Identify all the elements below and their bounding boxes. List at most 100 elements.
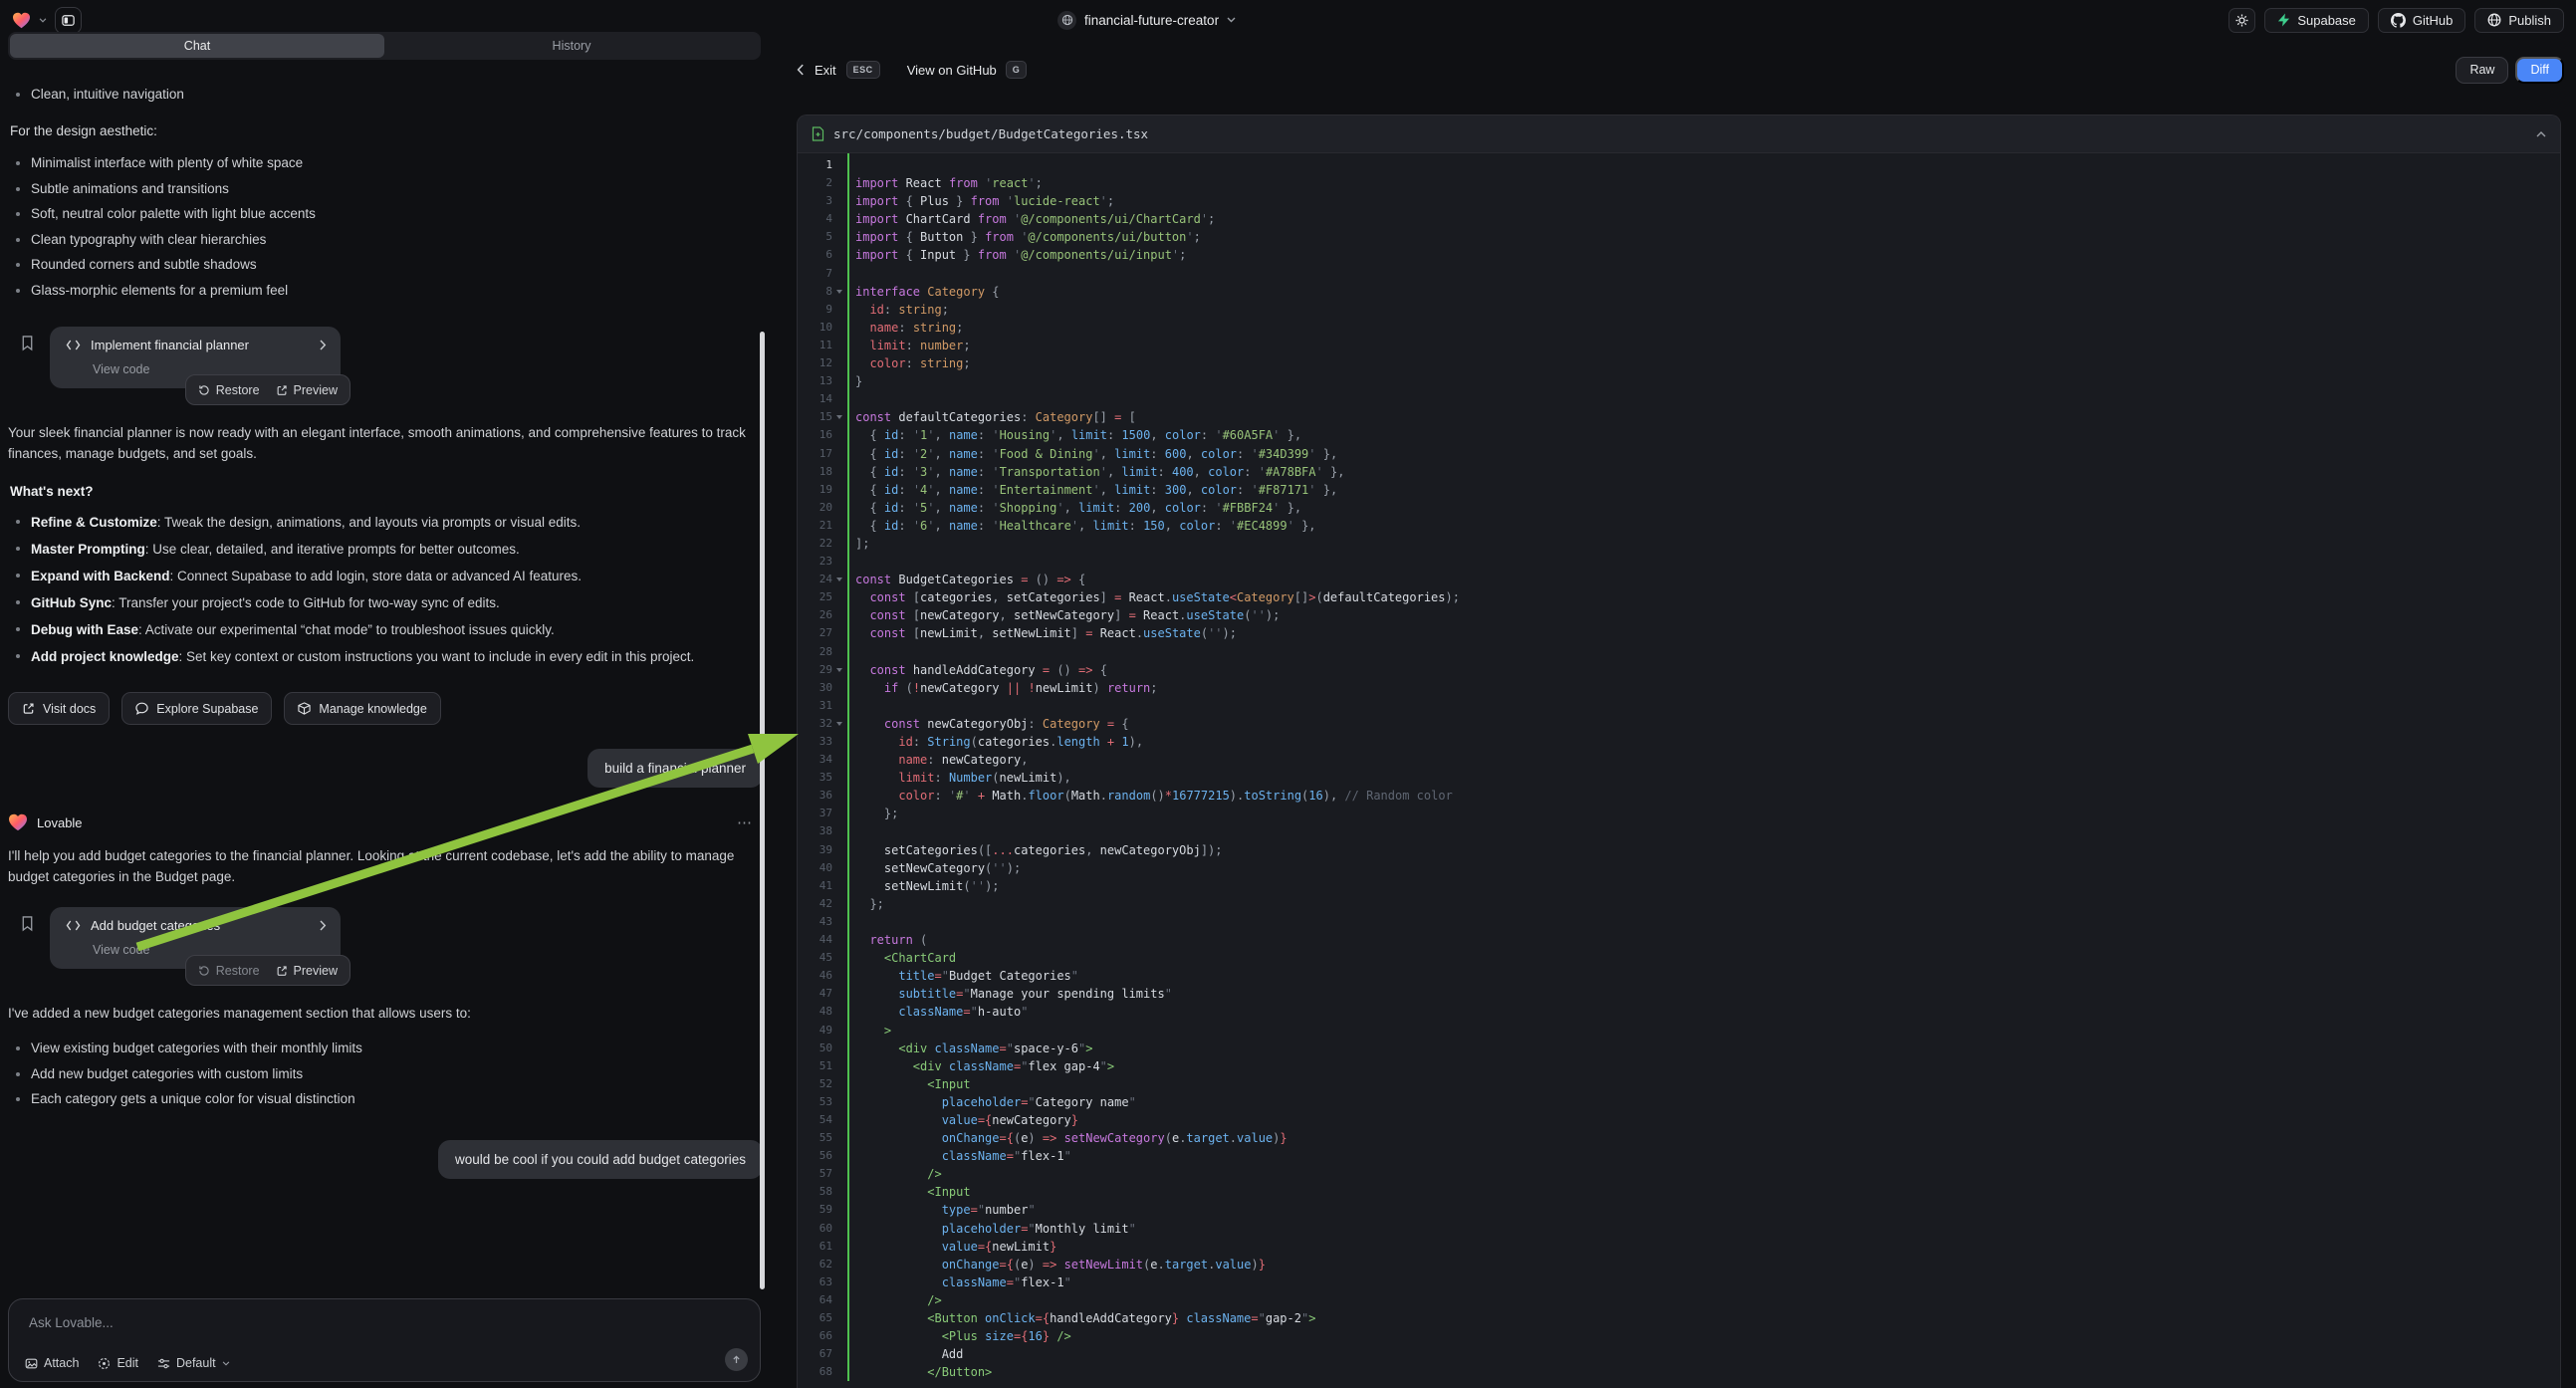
edit-button[interactable]: Edit	[98, 1356, 138, 1370]
back-chevron-icon[interactable]	[797, 64, 805, 76]
list-item: Soft, neutral color palette with light b…	[8, 201, 763, 227]
chat-message-list[interactable]: Clean, intuitive navigation For the desi…	[8, 82, 763, 1290]
code-line: 51 <div className="flex gap-4">	[798, 1057, 2560, 1075]
fold-chevron-icon[interactable]	[836, 668, 842, 672]
list-item: Add project knowledge: Set key context o…	[8, 643, 763, 670]
code-line: 60 placeholder="Monthly limit"	[798, 1220, 2560, 1238]
message-menu-button[interactable]: ⋯	[737, 813, 753, 831]
external-link-icon	[22, 702, 35, 715]
line-number: 46	[798, 967, 832, 985]
code-line: 23	[798, 553, 2560, 571]
code-line: 59 type="number"	[798, 1201, 2560, 1219]
tab-history[interactable]: History	[384, 34, 759, 58]
restore-icon	[198, 965, 210, 977]
collapse-chevron-up-icon[interactable]	[2536, 131, 2546, 137]
fold-chevron-icon[interactable]	[836, 415, 842, 419]
line-number: 35	[798, 769, 832, 787]
send-button[interactable]	[725, 1348, 748, 1371]
code-line: 36 color: '#' + Math.floor(Math.random()…	[798, 787, 2560, 805]
code-line: 40 setNewCategory('');	[798, 859, 2560, 877]
line-number: 62	[798, 1256, 832, 1273]
line-number: 19	[798, 481, 832, 499]
fold-chevron-icon[interactable]	[836, 578, 842, 581]
restore-button[interactable]: Restore	[198, 383, 260, 397]
line-number: 27	[798, 624, 832, 642]
supabase-button[interactable]: Supabase	[2264, 8, 2369, 33]
visit-docs-button[interactable]: Visit docs	[8, 692, 110, 725]
list-item: Subtle animations and transitions	[8, 176, 763, 202]
project-switcher[interactable]: financial-future-creator	[1057, 0, 1236, 40]
assistant-name: Lovable	[37, 815, 728, 830]
design-aesthetic-heading: For the design aesthetic:	[10, 123, 763, 138]
chat-input[interactable]	[27, 1313, 728, 1343]
view-on-github-button[interactable]: View on GitHub	[907, 63, 997, 78]
list-item: Master Prompting: Use clear, detailed, a…	[8, 536, 763, 563]
code-line: 52 <Input	[798, 1075, 2560, 1093]
code-line: 64 />	[798, 1291, 2560, 1309]
line-number: 58	[798, 1183, 832, 1201]
code-editor[interactable]: 12import React from 'react';3import { Pl…	[798, 153, 2560, 1381]
code-file-card: src/components/budget/BudgetCategories.t…	[797, 115, 2561, 1388]
arrow-up-icon	[731, 1354, 742, 1365]
mode-select[interactable]: Default	[157, 1356, 230, 1370]
list-item: Minimalist interface with plenty of whit…	[8, 150, 763, 176]
line-number: 16	[798, 426, 832, 444]
list-item: Debug with Ease: Activate our experiment…	[8, 616, 763, 643]
github-button[interactable]: GitHub	[2378, 8, 2465, 33]
code-line: 63 className="flex-1"	[798, 1273, 2560, 1291]
manage-knowledge-button[interactable]: Manage knowledge	[284, 692, 440, 725]
target-icon	[98, 1357, 111, 1370]
chat-scrollbar[interactable]	[760, 332, 765, 1289]
line-number: 15	[798, 408, 832, 426]
logo-menu-chevron-down-icon[interactable]	[39, 18, 47, 23]
fold-chevron-icon[interactable]	[836, 290, 842, 294]
preview-button[interactable]: Preview	[276, 383, 338, 397]
code-line: 14	[798, 390, 2560, 408]
code-line: 53 placeholder="Category name"	[798, 1093, 2560, 1111]
raw-toggle-button[interactable]: Raw	[2456, 57, 2508, 84]
line-number: 23	[798, 553, 832, 571]
fold-chevron-icon[interactable]	[836, 722, 842, 726]
line-number: 47	[798, 985, 832, 1003]
list-item: Glass-morphic elements for a premium fee…	[8, 278, 763, 304]
code-line: 15const defaultCategories: Category[] = …	[798, 408, 2560, 426]
attach-button[interactable]: Attach	[25, 1356, 79, 1370]
code-line: 4import ChartCard from '@/components/ui/…	[798, 210, 2560, 228]
publish-button[interactable]: Publish	[2474, 8, 2564, 33]
added-features-list: View existing budget categories with the…	[8, 1036, 763, 1112]
file-header[interactable]: src/components/budget/BudgetCategories.t…	[798, 116, 2560, 153]
code-line: 16 { id: '1', name: 'Housing', limit: 15…	[798, 426, 2560, 444]
restore-icon	[198, 384, 210, 396]
settings-button[interactable]	[2228, 8, 2255, 33]
bookmark-icon[interactable]	[20, 915, 35, 932]
restore-button[interactable]: Restore	[198, 964, 260, 978]
code-line: 12 color: string;	[798, 354, 2560, 372]
code-line: 27 const [newLimit, setNewLimit] = React…	[798, 624, 2560, 642]
code-line: 25 const [categories, setCategories] = R…	[798, 588, 2560, 606]
line-number: 25	[798, 588, 832, 606]
line-number: 41	[798, 877, 832, 895]
version-card-implement-financial-planner: Implement financial planner View code Re…	[50, 327, 341, 388]
tab-chat[interactable]: Chat	[10, 34, 384, 58]
preview-button[interactable]: Preview	[276, 964, 338, 978]
code-line: 44 return (	[798, 931, 2560, 949]
whats-next-list: Refine & Customize: Tweak the design, an…	[8, 509, 763, 670]
chat-panel: Chat History Clean, intuitive navigation…	[8, 30, 767, 1388]
whats-next-heading: What's next?	[10, 484, 763, 499]
project-name: financial-future-creator	[1084, 13, 1219, 28]
list-item: View existing budget categories with the…	[8, 1036, 763, 1061]
exit-button[interactable]: Exit	[815, 63, 836, 78]
code-toolbar: Exit ESC View on GitHub G Raw Diff	[797, 53, 2564, 87]
bookmark-icon[interactable]	[20, 335, 35, 351]
lovable-logo-heart-icon[interactable]	[12, 12, 31, 29]
explore-supabase-button[interactable]: Explore Supabase	[121, 692, 272, 725]
list-item: Each category gets a unique color for vi…	[8, 1086, 763, 1112]
code-line: 6import { Input } from '@/components/ui/…	[798, 246, 2560, 264]
panel-toggle-icon	[62, 14, 75, 27]
list-item: Rounded corners and subtle shadows	[8, 252, 763, 278]
sliders-icon	[157, 1357, 170, 1370]
github-icon	[2391, 13, 2406, 28]
chat-history-tabs: Chat History	[8, 32, 761, 60]
diff-toggle-button[interactable]: Diff	[2515, 57, 2564, 84]
line-number: 36	[798, 787, 832, 805]
